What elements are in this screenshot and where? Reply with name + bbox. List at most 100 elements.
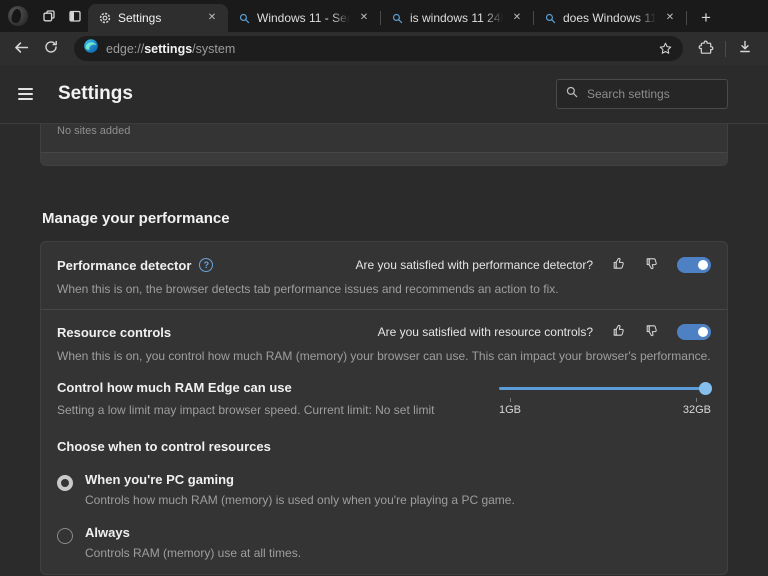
radio-option-description: Controls how much RAM (memory) is used o… [85,493,515,507]
navigation-bar: edge://settings/system [0,32,768,65]
ram-slider-track[interactable] [499,382,711,395]
search-icon [238,12,251,25]
feedback-controls: Are you satisfied with resource controls… [378,323,711,341]
thumbs-up-icon [611,256,626,274]
performance-detector-description: When this is on, the browser detects tab… [57,282,711,296]
thumbs-up-icon [611,323,626,341]
startup-sites-card: No sites added [40,124,728,166]
feedback-question: Are you satisfied with performance detec… [356,258,593,272]
address-bar[interactable]: edge://settings/system [74,36,683,61]
tab-label: Settings [118,11,198,25]
slider-rail [499,387,711,390]
card-footer [41,152,727,165]
page-title: Settings [58,83,133,105]
performance-detector-row: Performance detector ? Are you satisfied… [57,256,711,274]
favorite-star-icon[interactable] [658,41,673,56]
settings-search-input[interactable] [587,87,719,101]
tab-label: Windows 11 - Search [257,11,350,25]
refresh-button[interactable] [38,36,64,62]
help-icon[interactable]: ? [199,258,213,272]
vertical-tabs-icon [67,8,83,24]
slider-min-label: 1GB [499,404,521,416]
thumbs-up-button[interactable] [611,323,626,341]
radio-option-label: When you're PC gaming [85,472,515,487]
tab-is-windows-24h2[interactable]: is windows 11 24h2 sa ✕ [381,4,533,32]
radio-option-description: Controls RAM (memory) use at all times. [85,546,301,560]
search-icon [565,85,579,104]
back-arrow-icon [13,39,30,59]
slider-min: 1GB [499,398,521,416]
tab-close-icon[interactable]: ✕ [662,10,678,26]
tab-windows-search[interactable]: Windows 11 - Search ✕ [228,4,380,32]
radio-option-always[interactable]: Always Controls RAM (memory) use at all … [57,525,711,560]
extensions-puzzle-icon [698,39,714,58]
hamburger-icon [18,88,33,90]
slider-max: 32GB [683,398,711,416]
toggle-knob [698,260,708,270]
tab-close-icon[interactable]: ✕ [509,10,525,26]
menu-button[interactable] [18,81,44,107]
slider-knob[interactable] [699,382,712,395]
thumbs-down-icon [644,256,659,274]
toolbar-separator [725,41,726,57]
section-heading: Manage your performance [42,210,728,227]
performance-detector-title: Performance detector ? [57,258,213,273]
workspaces-icon [41,8,57,24]
radio-selected-icon[interactable] [57,475,73,491]
downloads-button[interactable] [732,36,758,62]
ram-slider: 1GB 32GB [499,382,711,416]
refresh-icon [43,39,59,58]
slider-max-label: 32GB [683,404,711,416]
radio-option-text: When you're PC gaming Controls how much … [85,472,515,507]
feedback-controls: Are you satisfied with performance detec… [356,256,711,274]
resource-controls-row: Resource controls Are you satisfied with… [57,323,711,341]
toggle-knob [698,327,708,337]
resource-controls-description: When this is on, you control how much RA… [57,349,711,363]
profile-avatar[interactable] [8,6,28,26]
thumbs-down-button[interactable] [644,323,659,341]
back-button[interactable] [8,36,34,62]
thumbs-down-button[interactable] [644,256,659,274]
new-tab-button[interactable]: + [693,5,719,31]
tab-close-icon[interactable]: ✕ [204,10,220,26]
tab-close-icon[interactable]: ✕ [356,10,372,26]
ram-limit-description: Setting a low limit may impact browser s… [57,403,479,417]
radio-option-label: Always [85,525,301,540]
ram-limit-text: Control how much RAM Edge can use Settin… [57,380,499,417]
slider-scale: 1GB 32GB [499,398,711,416]
no-sites-text: No sites added [57,125,130,137]
ram-limit-row: Control how much RAM Edge can use Settin… [57,380,711,417]
browser-window: Settings ✕ Windows 11 - Search ✕ [0,0,768,576]
tab-settings[interactable]: Settings ✕ [88,4,228,32]
thumbs-up-button[interactable] [611,256,626,274]
radio-unselected-icon[interactable] [57,528,73,544]
performance-detector-toggle[interactable] [677,257,711,273]
performance-card: Performance detector ? Are you satisfied… [40,241,728,575]
tab-does-windows-24h[interactable]: does Windows 11 24H ✕ [534,4,686,32]
ram-limit-title: Control how much RAM Edge can use [57,380,479,395]
settings-search-box[interactable] [556,79,728,109]
tick-mark [510,398,511,402]
search-icon [391,12,404,25]
search-icon [544,12,557,25]
thumbs-down-icon [644,323,659,341]
url-text: edge://settings/system [106,42,651,56]
extensions-button[interactable] [693,36,719,62]
settings-header: Settings [0,65,768,124]
divider [41,309,727,310]
radio-group-title: Choose when to control resources [57,439,711,454]
tab-actions-button[interactable] [62,4,88,28]
settings-content: No sites added Manage your performance P… [0,124,768,575]
radio-option-text: Always Controls RAM (memory) use at all … [85,525,301,560]
tick-mark [696,398,697,402]
workspaces-button[interactable] [36,4,62,28]
gear-icon [98,11,112,25]
tab-label: is windows 11 24h2 sa [410,11,503,25]
download-icon [737,39,753,58]
radio-option-pc-gaming[interactable]: When you're PC gaming Controls how much … [57,472,711,507]
edge-logo-icon [83,38,99,59]
resource-controls-title: Resource controls [57,325,171,340]
feedback-question: Are you satisfied with resource controls… [378,325,593,339]
resource-controls-toggle[interactable] [677,324,711,340]
tab-separator [686,11,687,25]
